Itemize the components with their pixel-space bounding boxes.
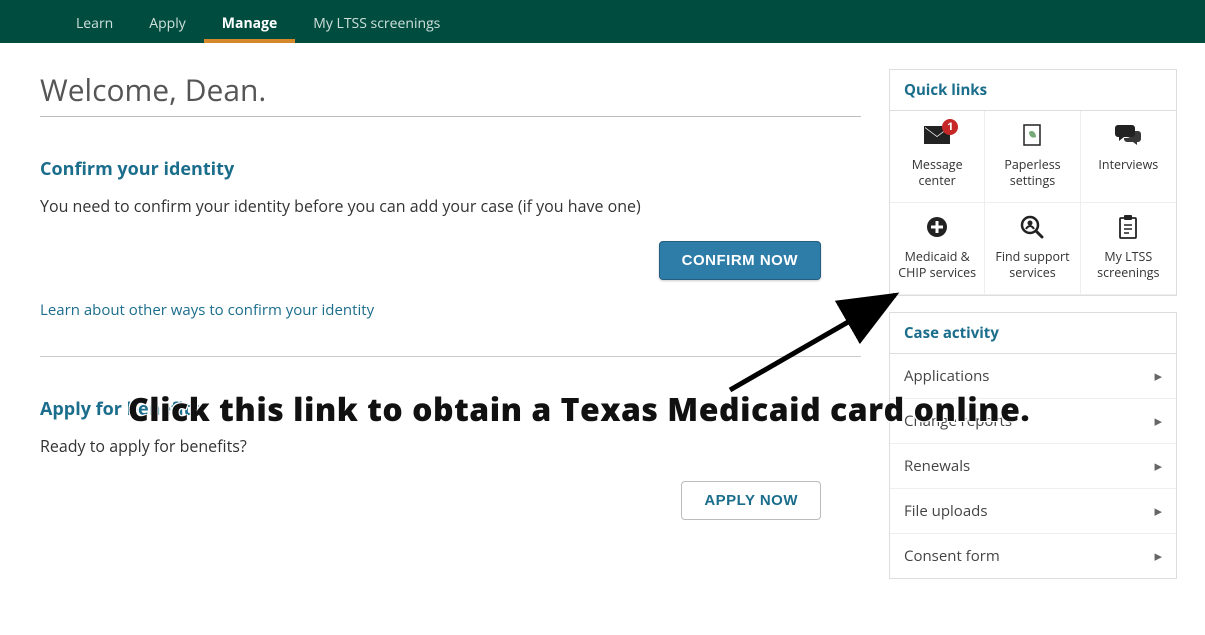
quicklink-label: Paperless settings <box>989 157 1075 188</box>
apply-benefits-section: Apply for benefits Ready to apply for be… <box>40 397 861 520</box>
doc-leaf-icon <box>1023 123 1041 147</box>
quick-links-header: Quick links <box>890 70 1176 111</box>
quicklink-message-center[interactable]: 1 Message center <box>890 111 985 203</box>
ca-label: Consent form <box>904 546 1000 566</box>
chevron-right-icon: ▸ <box>1154 411 1162 431</box>
quicklink-interviews[interactable]: Interviews <box>1081 111 1176 203</box>
apply-now-button[interactable]: APPLY NOW <box>681 481 821 520</box>
main-column: Welcome, Dean. Confirm your identity You… <box>40 69 861 538</box>
ca-label: File uploads <box>904 501 987 521</box>
chevron-right-icon: ▸ <box>1154 501 1162 521</box>
quicklink-find-support[interactable]: Find support services <box>985 203 1080 295</box>
ca-label: Renewals <box>904 456 970 476</box>
nav-learn[interactable]: Learn <box>58 5 131 43</box>
quick-links-grid: 1 Message center Paperless settings <box>890 111 1176 295</box>
nav-manage[interactable]: Manage <box>204 5 296 43</box>
nav-label: Apply <box>149 14 186 33</box>
nav-ltss[interactable]: My LTSS screenings <box>295 5 458 43</box>
clipboard-icon <box>1118 215 1138 239</box>
chat-icon <box>1115 123 1141 147</box>
case-activity-renewals[interactable]: Renewals ▸ <box>890 443 1176 488</box>
ca-label: Applications <box>904 366 989 386</box>
case-activity-consent-form[interactable]: Consent form ▸ <box>890 533 1176 578</box>
case-activity-applications[interactable]: Applications ▸ <box>890 354 1176 398</box>
quicklink-label: Medicaid & CHIP services <box>894 249 980 280</box>
quicklink-medicaid-chip[interactable]: Medicaid & CHIP services <box>890 203 985 295</box>
chevron-right-icon: ▸ <box>1154 546 1162 566</box>
apply-title: Apply for benefits <box>40 397 861 421</box>
quicklink-label: Message center <box>894 157 980 188</box>
nav-label: Learn <box>76 14 113 33</box>
confirm-text: You need to confirm your identity before… <box>40 195 861 217</box>
case-activity-change-reports[interactable]: Change reports ▸ <box>890 398 1176 443</box>
apply-button-row: APPLY NOW <box>40 481 861 520</box>
ca-label: Change reports <box>904 411 1012 431</box>
quicklink-label: Interviews <box>1098 157 1158 173</box>
quicklink-label: My LTSS screenings <box>1085 249 1172 280</box>
quicklink-label: Find support services <box>989 249 1075 280</box>
confirm-identity-section: Confirm your identity You need to confir… <box>40 157 861 320</box>
case-activity-list: Applications ▸ Change reports ▸ Renewals… <box>890 354 1176 578</box>
nav-label: Manage <box>222 14 278 33</box>
confirm-button-row: CONFIRM NOW <box>40 241 861 280</box>
sidebar: Quick links 1 Message center Paperless s… <box>889 69 1177 595</box>
page-title: Welcome, Dean. <box>40 69 861 117</box>
page-body: Welcome, Dean. Confirm your identity You… <box>0 43 1205 635</box>
confirm-title: Confirm your identity <box>40 157 861 181</box>
message-badge: 1 <box>942 119 958 135</box>
case-activity-panel: Case activity Applications ▸ Change repo… <box>889 312 1177 579</box>
nav-label: My LTSS screenings <box>313 14 440 33</box>
quicklink-ltss-screenings[interactable]: My LTSS screenings <box>1081 203 1176 295</box>
confirm-alt-link[interactable]: Learn about other ways to confirm your i… <box>40 300 374 320</box>
plus-circle-icon <box>926 215 948 239</box>
search-person-icon <box>1020 215 1044 239</box>
quick-links-panel: Quick links 1 Message center Paperless s… <box>889 69 1177 296</box>
apply-text: Ready to apply for benefits? <box>40 435 861 457</box>
chevron-right-icon: ▸ <box>1154 366 1162 386</box>
nav-apply[interactable]: Apply <box>131 5 204 43</box>
main-nav: Learn Apply Manage My LTSS screenings <box>0 5 1205 43</box>
case-activity-file-uploads[interactable]: File uploads ▸ <box>890 488 1176 533</box>
confirm-now-button[interactable]: CONFIRM NOW <box>659 241 821 280</box>
case-activity-header: Case activity <box>890 313 1176 354</box>
chevron-right-icon: ▸ <box>1154 456 1162 476</box>
quicklink-paperless-settings[interactable]: Paperless settings <box>985 111 1080 203</box>
section-divider <box>40 356 861 357</box>
